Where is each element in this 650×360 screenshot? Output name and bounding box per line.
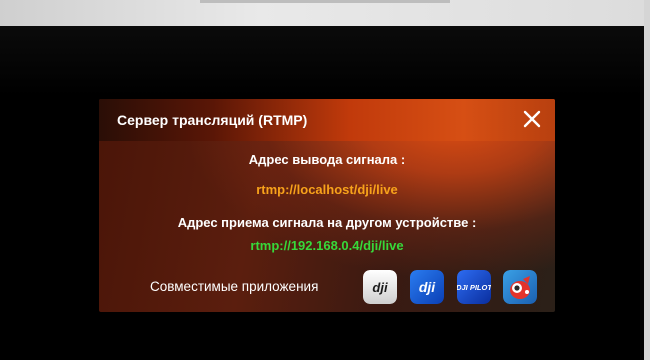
dialog-header: Сервер трансляций (RTMP) bbox=[99, 99, 555, 141]
dji-go-app-button[interactable]: dji bbox=[363, 270, 397, 304]
rtmp-server-dialog: Сервер трансляций (RTMP) Адрес вывода си… bbox=[99, 99, 555, 312]
receive-address-url[interactable]: rtmp://192.168.0.4/dji/live bbox=[99, 238, 555, 253]
dialog-title: Сервер трансляций (RTMP) bbox=[117, 112, 308, 128]
close-button[interactable] bbox=[521, 108, 543, 130]
compatible-apps-row: Совместимые приложения dji dji DJI PILOT bbox=[99, 270, 555, 304]
dji-go4-app-button[interactable]: dji bbox=[410, 270, 444, 304]
dji-go-icon-text: dji bbox=[372, 280, 388, 295]
dji-pilot-icon: DJI PILOT bbox=[457, 270, 491, 304]
receive-address-label: Адрес приема сигнала на другом устройств… bbox=[177, 215, 477, 230]
output-address-url[interactable]: rtmp://localhost/dji/live bbox=[99, 182, 555, 197]
compatible-apps-label: Совместимые приложения bbox=[150, 279, 319, 294]
background-top-strip bbox=[0, 0, 650, 26]
vlc-style-player-icon bbox=[503, 270, 537, 304]
close-icon bbox=[523, 110, 541, 128]
dji-go-icon: dji bbox=[363, 270, 397, 304]
background-right-edge bbox=[644, 0, 650, 360]
dji-pilot-icon-text: DJI PILOT bbox=[457, 283, 491, 292]
dji-pilot-app-button[interactable]: DJI PILOT bbox=[457, 270, 491, 304]
background-bar bbox=[200, 0, 450, 3]
output-address-label: Адрес вывода сигнала : bbox=[248, 152, 406, 167]
background-screen bbox=[0, 26, 650, 96]
dji-go4-icon-text: dji bbox=[419, 279, 436, 295]
player-app-button[interactable] bbox=[503, 270, 537, 304]
dji-go4-icon: dji bbox=[410, 270, 444, 304]
